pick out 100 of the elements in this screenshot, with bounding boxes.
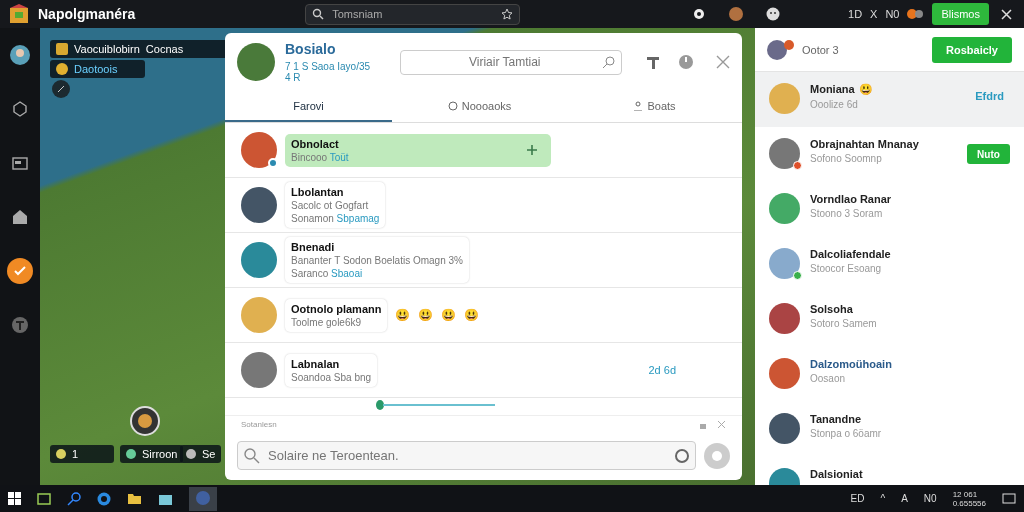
message-text: Saranco Sbaoai [291,268,364,279]
contact-item[interactable]: Dalzomoühoain Oosaon [755,347,1024,402]
contact-name: Dalzomoühoain [810,358,892,370]
sender-name: Lbolantan [291,186,345,198]
tray-item[interactable]: A [901,493,908,504]
profile-avatar [237,43,275,81]
start-icon[interactable] [8,492,21,505]
user-avatar [769,413,800,444]
search-icon[interactable] [67,491,81,506]
contact-name: Obrajnahtan Mnanay [810,138,919,150]
contact-item[interactable]: Obrajnahtan Mnanay Sofono Soomnp Nuto [755,127,1024,182]
contact-item[interactable]: Moniana 😃 Ooolize 6d Efdrd [755,72,1024,127]
search-icon [312,8,325,20]
profile-avatar [767,39,794,60]
contact-item[interactable]: Solsoha Sotoro Samem [755,292,1024,347]
contact-status: Stoono 3 Soram [810,208,884,219]
hud-label: 1 [72,448,79,460]
quest-title: Vaocuiblobirn [74,43,140,55]
chat-title: Bosialo [285,41,337,57]
contact-name: Tanandne [810,413,862,425]
quest-detail: Cocnas [145,43,184,55]
house-icon [10,207,30,227]
star-icon [501,8,514,20]
coin-icon[interactable] [130,406,160,436]
orb-icon [126,449,136,459]
chat-status: 7 1 S Saoa Iayo/35 4 R [285,61,371,83]
contact-name: Vorndlao Ranar [810,193,892,205]
contact-name: Dalsioniat [810,468,863,480]
contact-emoji: 😃 [858,83,873,96]
sidebar-item[interactable] [7,42,33,68]
map-button-icon[interactable] [52,80,70,98]
emoji-icon[interactable] [766,7,780,21]
tray-item[interactable]: ^ [880,493,886,504]
contact-item[interactable]: Dalcoliafendale Stoocor Esoang [755,237,1024,292]
chat-tab[interactable]: Noooaoks [392,91,567,122]
info-icon [10,315,30,335]
message-input[interactable]: Solaire ne Teroentean. [266,447,669,464]
hammer-icon[interactable] [646,55,660,69]
contact-status: Stonpa o 6öamr [810,428,882,439]
online-badge [268,158,278,168]
message-field[interactable]: Solaire ne Teroentean. [237,441,696,470]
status-dots-icon [907,8,925,20]
tray-item[interactable]: N0 [923,493,937,504]
message-text: Sonamon Sbpamag [291,213,380,224]
clock-text: 12 061 [952,489,979,499]
profile-avatar [10,45,30,65]
hud-item[interactable]: Se [180,445,222,463]
user-avatar [769,83,800,114]
person-icon [633,100,644,111]
browser-icon[interactable] [97,491,111,506]
contact-status: Oosaon [810,373,847,384]
sender-name: Obnolact [291,137,340,150]
composer-label: Sotanlesn [241,420,277,429]
sender-name: Labnalan [291,357,341,370]
chat-tab[interactable]: Farovi [225,91,392,122]
hud-label: Sirroon [142,448,178,460]
contact-item[interactable]: Vorndlao Ranar Stoono 3 Soram [755,182,1024,237]
hexagon-icon [10,99,30,119]
panel-title: Ootor 3 [802,43,839,56]
message-text: Bananter T Sodon Boelatis Omagn 3% [291,255,463,266]
search-input[interactable]: Tomsniam [330,7,496,21]
plus-icon[interactable] [527,145,537,155]
contact-status: Stoocor Esoang [810,263,883,274]
quest-icon [56,43,68,55]
contact-name: Dalcoliafendale [810,248,891,260]
contact-status: Sotoro Samem [810,318,877,329]
message-text: Sacolc ot Gogfart [291,200,370,211]
message-time: 2d 6d [648,364,676,376]
contact-name: Moniana [810,83,855,96]
sender-name: Ootnolo plamann [291,302,382,315]
user-avatar [769,193,800,224]
contact-status: Sofono Soomnp [810,153,883,164]
user-avatar [769,358,800,389]
location-name: Daotoois [74,63,118,75]
sidebar-item[interactable] [7,258,33,284]
hud-label: Se [202,448,216,460]
message-text: Toolme gole6k9 [291,316,363,328]
hud-item[interactable]: 1 [50,445,114,463]
window-icon[interactable] [37,491,51,506]
search-icon [244,447,260,464]
sender-name: Bnenadi [291,241,336,253]
avatar-icon[interactable] [728,6,744,22]
settings-icon[interactable] [692,7,706,21]
power-icon[interactable] [678,54,694,70]
chat-tab[interactable]: Boats [567,91,742,122]
logo-icon [8,3,30,25]
search-field[interactable]: Tomsniam [305,3,521,25]
clock-text: 0.655556 [952,498,986,508]
tray-item[interactable]: ED [850,493,865,504]
status-text: N0 [885,8,900,20]
search-icon [602,55,615,69]
contact-item[interactable]: Tanandne Stonpa o 6öamr [755,402,1024,457]
contact-name: Solsoha [810,303,853,315]
status-text: X [870,8,878,20]
message-text: Soandoa Sba bng [291,371,372,383]
message-text: Bincooo Toüt [291,151,349,163]
coin-icon [56,63,68,75]
box-icon [186,449,196,459]
user-avatar [769,303,800,334]
folder-icon[interactable] [127,491,142,506]
